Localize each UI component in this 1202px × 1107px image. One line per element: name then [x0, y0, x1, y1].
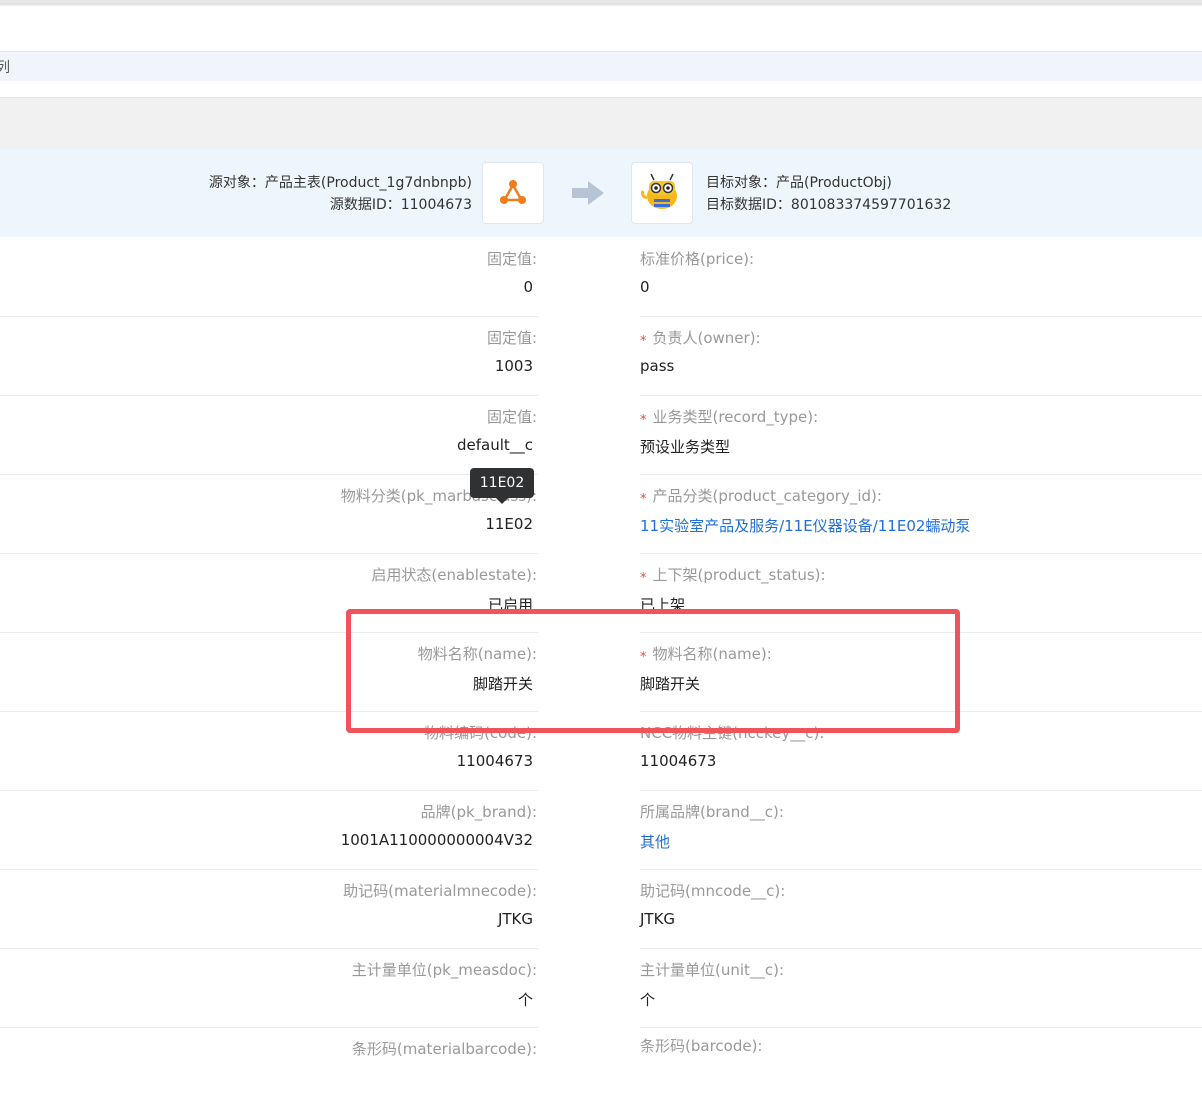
field-row: 物料分类(pk_marbasclass): 11E02 * 产品分类(produc… [0, 475, 1202, 554]
field-row: 固定值: 1003 * 负责人(owner): pass [0, 317, 1202, 396]
target-field-label: * 产品分类(product_category_id): [640, 487, 882, 507]
target-field-label: * 业务类型(record_type): [640, 408, 819, 428]
source-field-label: 品牌(pk_brand): [420, 803, 537, 821]
breadcrumb-bar: 列 [0, 51, 1202, 81]
source-field-label: 固定值: [486, 250, 537, 268]
target-info: 目标对象：产品(ProductObj) 目标数据ID：8010833745977… [706, 172, 951, 216]
target-field-label: 条形码(barcode): [640, 1037, 763, 1055]
source-field-label: 固定值: [486, 329, 537, 347]
source-id-label: 源数据ID：11004673 [329, 197, 472, 213]
field-row: 固定值: 0 标准价格(price): 0 [0, 238, 1202, 317]
source-field-label: 条形码(materialbarcode): [351, 1040, 537, 1058]
source-field-value: 1001A110000000004V32 [340, 831, 533, 849]
field-row: 主计量单位(pk_measdoc): 个 主计量单位(unit__c): 个 [0, 949, 1202, 1028]
source-field-value: 11004673 [456, 752, 533, 770]
target-app-icon [631, 162, 693, 224]
required-icon: * [640, 334, 647, 349]
field-row: 条形码(materialbarcode): 条形码(barcode): [0, 1028, 1202, 1107]
arrow-right-icon [572, 181, 604, 205]
source-info: 源对象：产品主表(Product_1g7dnbnpb) 源数据ID：110046… [209, 172, 472, 216]
target-field-label: * 负责人(owner): [640, 329, 761, 349]
breadcrumb: 列 [0, 60, 10, 76]
target-field-label: 主计量单位(unit__c): [640, 961, 785, 979]
target-field-value: 0 [640, 278, 650, 296]
target-field-label: 助记码(mncode__c): [640, 882, 786, 900]
target-field-value: pass [640, 357, 675, 375]
source-field-label: 助记码(materialmnecode): [343, 882, 537, 900]
required-icon: * [640, 413, 647, 428]
source-field-label: 启用状态(enablestate): [371, 566, 537, 584]
source-field-value: default__c [456, 436, 533, 454]
field-row: 品牌(pk_brand): 1001A110000000004V32 所属品牌(… [0, 791, 1202, 870]
target-field-link[interactable]: 11实验室产品及服务/11E仪器设备/11E02蠕动泵 [640, 515, 970, 536]
value-tooltip: 11E02 [470, 468, 534, 504]
source-field-label: 主计量单位(pk_measdoc): [351, 961, 537, 979]
target-field-link[interactable]: 其他 [640, 831, 670, 852]
target-field-value: 个 [640, 991, 656, 1009]
field-row: 助记码(materialmnecode): JTKG 助记码(mncode__c… [0, 870, 1202, 949]
source-field-value: 1003 [494, 357, 533, 375]
required-icon: * [640, 571, 647, 586]
source-object-label: 源对象：产品主表(Product_1g7dnbnpb) [208, 175, 472, 191]
target-field-value: 预设业务类型 [640, 438, 731, 456]
section-header [0, 97, 1202, 150]
source-field-value: JTKG [497, 910, 533, 928]
required-icon: * [640, 492, 647, 507]
source-field-value: 个 [517, 991, 533, 1009]
target-field-value: JTKG [640, 910, 676, 928]
target-field-value: 11004673 [640, 752, 717, 770]
target-field-label: 标准价格(price): [640, 250, 755, 268]
source-field-label: 固定值: [486, 408, 537, 426]
source-app-icon [482, 162, 544, 224]
target-id-label: 目标数据ID：801083374597701632 [706, 197, 952, 213]
field-row: 固定值: default__c * 业务类型(record_type): 预设业务… [0, 396, 1202, 475]
top-header [0, 0, 1202, 51]
target-field-label: * 上下架(product_status): [640, 566, 826, 586]
source-field-value[interactable]: 11E02 [485, 515, 533, 533]
source-field-value: 0 [523, 278, 533, 296]
highlight-annotation-box [346, 609, 960, 733]
target-field-label: 所属品牌(brand__c): [640, 803, 784, 821]
target-object-label: 目标对象：产品(ProductObj) [706, 175, 892, 191]
